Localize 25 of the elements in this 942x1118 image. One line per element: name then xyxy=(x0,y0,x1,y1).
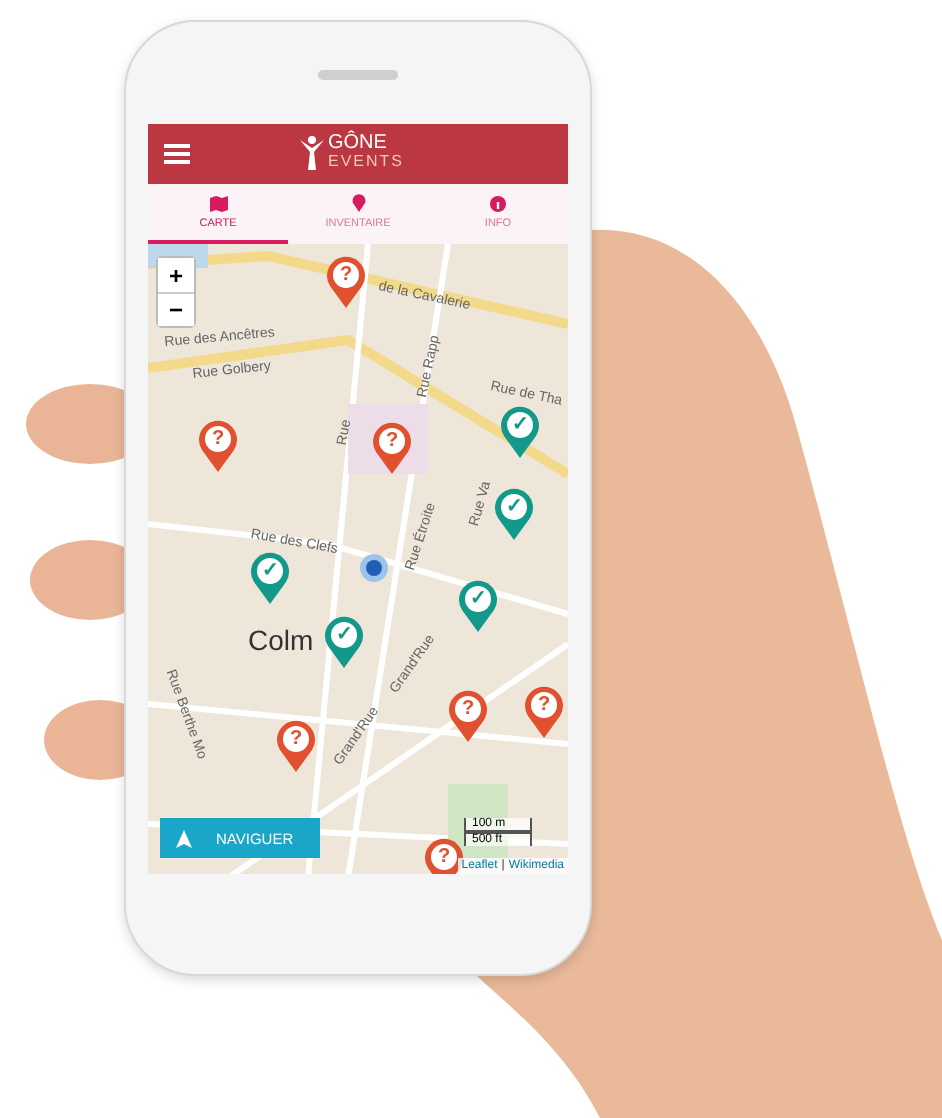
menu-icon[interactable] xyxy=(164,144,190,164)
logo-title: GÔNE xyxy=(328,134,389,152)
zoom-out-button[interactable]: − xyxy=(158,292,194,326)
figure-icon xyxy=(300,134,324,170)
navigation-arrow-icon xyxy=(176,829,192,847)
map-marker[interactable]: ? xyxy=(198,420,238,472)
map-marker[interactable]: ? xyxy=(326,256,366,308)
map[interactable] xyxy=(148,244,568,874)
map-marker[interactable]: ? xyxy=(424,838,464,874)
map-marker[interactable]: ? xyxy=(448,690,488,742)
map-marker[interactable]: ✓ xyxy=(250,552,290,604)
speaker-grille xyxy=(318,70,398,80)
map-marker[interactable]: ✓ xyxy=(500,406,540,458)
map-icon xyxy=(209,195,227,211)
info-icon xyxy=(490,195,506,211)
location-dot-icon xyxy=(360,554,388,582)
map-marker[interactable]: ? xyxy=(276,720,316,772)
logo-subtitle: EVENTS xyxy=(328,152,405,170)
map-marker[interactable]: ✓ xyxy=(324,616,364,668)
map-marker[interactable]: ✓ xyxy=(458,580,498,632)
map-marker[interactable]: ✓ xyxy=(494,488,534,540)
map-marker[interactable]: ? xyxy=(524,686,564,738)
pin-icon xyxy=(351,194,365,212)
map-marker[interactable]: ? xyxy=(372,422,412,474)
city-label: Colm xyxy=(248,624,314,656)
